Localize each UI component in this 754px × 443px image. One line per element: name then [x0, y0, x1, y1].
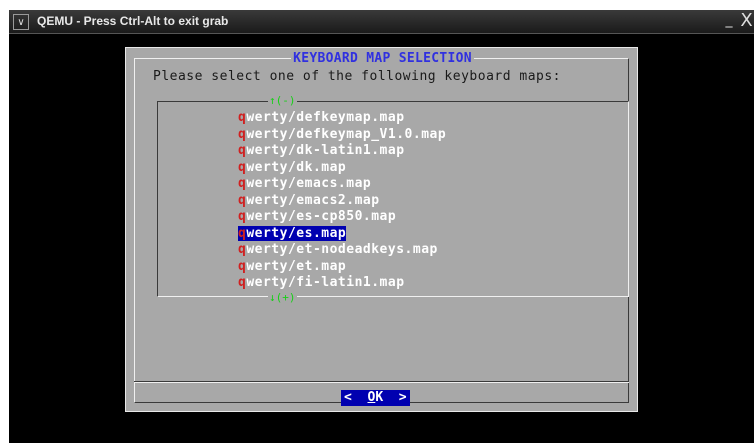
keymap-list-item[interactable]: qwerty/defkeymap_V1.0.map [238, 127, 446, 144]
ok-button-left-bracket: < [344, 390, 368, 405]
keymap-list[interactable]: ↑(-) qwerty/defkeymap.map qwerty/defkeyma… [157, 94, 629, 304]
dialog-title: KEYBOARD MAP SELECTION [126, 51, 639, 66]
keymap-list-item[interactable]: qwerty/emacs.map [238, 176, 446, 193]
keymap-item-label: werty/et.map [246, 258, 347, 274]
ok-button-right-bracket: > [383, 390, 407, 405]
button-separator [134, 381, 629, 383]
keymap-list-item[interactable]: qwerty/defkeymap.map [238, 110, 446, 127]
keymap-list-item[interactable]: qwerty/fi-latin1.map [238, 275, 446, 292]
keymap-list-item[interactable]: qwerty/es-cp850.map [238, 209, 446, 226]
keyboard-map-dialog: KEYBOARD MAP SELECTION Please select one… [125, 47, 638, 412]
keymap-item-label: werty/dk-latin1.map [246, 143, 405, 158]
keymap-item-label: werty/defkeymap.map [246, 110, 405, 125]
dialog-title-text: KEYBOARD MAP SELECTION [291, 51, 474, 66]
keymap-list-item[interactable]: qwerty/dk-latin1.map [238, 143, 446, 160]
close-button[interactable]: X [739, 10, 754, 32]
ok-button[interactable]: < OK > [341, 390, 410, 406]
keymap-item-label: werty/emacs.map [246, 176, 372, 191]
minimize-button[interactable]: _ [721, 12, 737, 30]
scroll-up-indicator: ↑(-) [268, 94, 297, 107]
keymap-list-item[interactable]: qwerty/emacs2.map [238, 193, 446, 210]
window-menu-icon[interactable]: ∨ [13, 14, 29, 30]
scroll-down-indicator: ↓(+) [268, 291, 297, 304]
keymap-item-label: werty/dk.map [246, 159, 347, 175]
qemu-window: ∨ QEMU - Press Ctrl-Alt to exit grab _ X… [9, 10, 754, 443]
title-bar[interactable]: ∨ QEMU - Press Ctrl-Alt to exit grab _ X [9, 10, 754, 34]
window-title: QEMU - Press Ctrl-Alt to exit grab [37, 14, 229, 28]
keymap-items: qwerty/defkeymap.map qwerty/defkeymap_V1.… [238, 110, 446, 292]
ok-button-label: K [375, 390, 384, 405]
keymap-list-item[interactable]: qwerty/es.map [238, 225, 446, 243]
dialog-prompt: Please select one of the following keybo… [153, 69, 562, 84]
keymap-list-item[interactable]: qwerty/et.map [238, 259, 446, 276]
keymap-item-label: werty/es.map [246, 225, 347, 241]
keymap-list-item[interactable]: qwerty/dk.map [238, 160, 446, 177]
keymap-item-label: werty/es-cp850.map [246, 209, 397, 224]
keymap-item-label: werty/emacs2.map [246, 192, 380, 208]
keymap-list-item[interactable]: qwerty/et-nodeadkeys.map [238, 242, 446, 259]
keymap-item-label: werty/defkeymap_V1.0.map [246, 126, 447, 142]
keymap-item-label: werty/fi-latin1.map [246, 275, 405, 290]
keymap-item-label: werty/et-nodeadkeys.map [246, 242, 438, 257]
